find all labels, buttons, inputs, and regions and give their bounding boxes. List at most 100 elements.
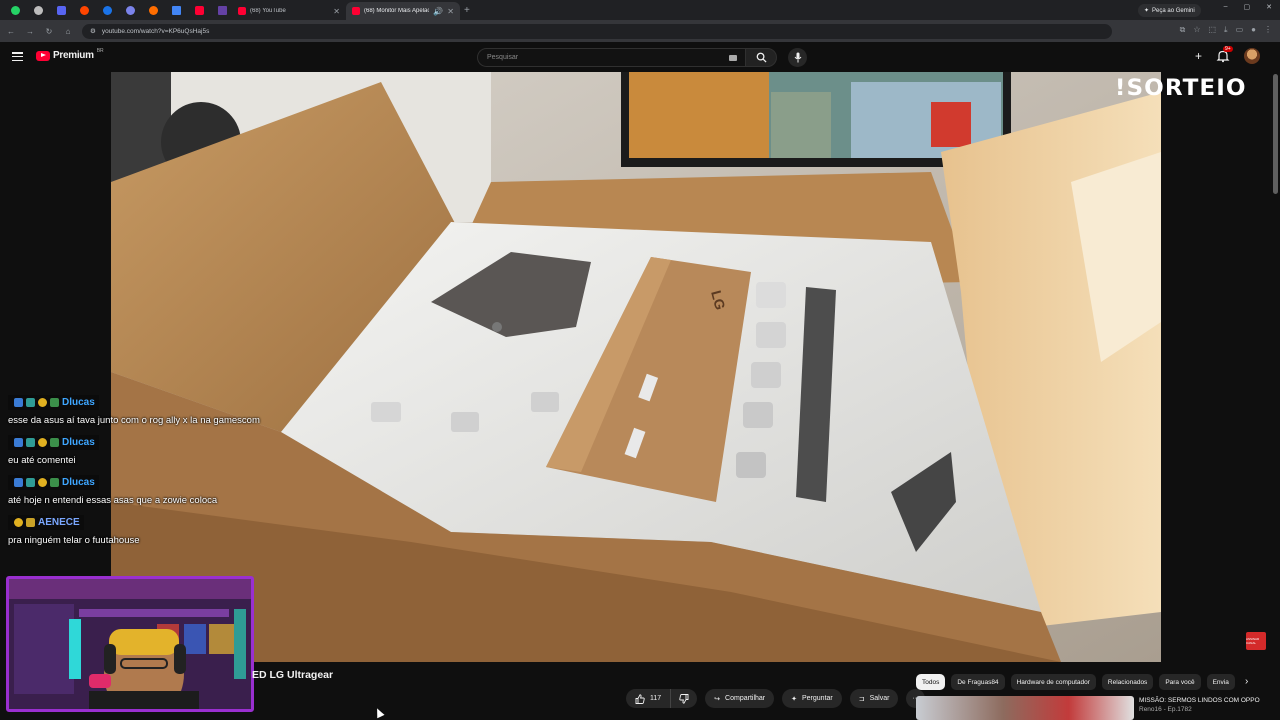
browser-toolbar: ← → ↻ ⌂ ⚙ youtube.com/watch?v=KP6uQsHaj5… — [0, 20, 1280, 42]
tab-title: (68) Monitor Mais Apelão d — [364, 8, 430, 14]
extensions-icon[interactable]: ⬚ — [1208, 25, 1216, 35]
chat-username: Dlucas — [62, 437, 95, 448]
gift-badge-icon — [50, 478, 59, 487]
home-icon[interactable]: ⌂ — [60, 27, 76, 36]
page-scrollbar[interactable] — [1273, 74, 1278, 194]
site-info-icon[interactable]: ⚙ — [90, 27, 96, 35]
save-button[interactable]: ⊐ Salvar — [849, 689, 899, 708]
youtube-favicon-icon — [352, 7, 360, 15]
menu-icon[interactable]: ⋮ — [1264, 25, 1272, 35]
recommended-video[interactable]: MISSÃO: SERMOS LINDOS COM OPPO Reno16 - … — [916, 696, 1260, 720]
ask-button[interactable]: ✦ Perguntar — [782, 689, 842, 708]
search-input[interactable]: Pesquisar — [477, 48, 745, 67]
new-tab-button[interactable]: + — [464, 5, 470, 16]
url-text: youtube.com/watch?v=KP6uQsHaj5s — [101, 27, 210, 35]
translate-icon[interactable]: ⧉ — [1180, 25, 1186, 35]
chip-uploaded[interactable]: Envia — [1206, 674, 1235, 690]
like-dislike-group: 117 — [626, 689, 698, 708]
fire-icon[interactable] — [144, 2, 163, 18]
maximize-button[interactable]: ▢ — [1244, 3, 1251, 11]
reload-icon[interactable]: ↻ — [41, 27, 57, 36]
close-window-button[interactable]: ✕ — [1266, 3, 1272, 11]
ask-label: Perguntar — [802, 695, 833, 702]
tab-youtube[interactable]: (68) YouTube ✕ — [232, 2, 346, 20]
close-tab-icon[interactable]: ✕ — [333, 7, 340, 16]
dislike-button[interactable] — [671, 689, 698, 708]
like-button[interactable]: 117 — [626, 689, 672, 708]
share-label: Compartilhar — [725, 695, 766, 702]
thumbs-up-icon — [635, 693, 645, 704]
chat-message: Dlucas eu até comentei — [8, 434, 308, 466]
video-frame: LG — [111, 72, 1161, 662]
reddit-icon[interactable] — [75, 2, 94, 18]
address-bar[interactable]: ⚙ youtube.com/watch?v=KP6uQsHaj5s — [82, 23, 1112, 39]
subscribe-watermark-label: ASSINAR CANAL — [1246, 637, 1260, 645]
profile-icon[interactable]: ● — [1251, 25, 1256, 35]
notifications-button[interactable]: 9+ — [1216, 46, 1233, 63]
keyboard-icon[interactable] — [729, 54, 737, 61]
teams-icon[interactable] — [121, 2, 140, 18]
edge-icon[interactable] — [98, 2, 117, 18]
vip-badge-icon — [26, 518, 35, 527]
prime-badge-icon — [14, 478, 23, 487]
recommended-info: MISSÃO: SERMOS LINDOS COM OPPO Reno16 - … — [1139, 696, 1260, 720]
close-tab-icon[interactable]: ✕ — [447, 7, 454, 16]
prime-badge-icon — [14, 438, 23, 447]
browser-tab-strip: (68) YouTube ✕ (68) Monitor Mais Apelão … — [0, 0, 1280, 20]
chat-username: Dlucas — [62, 477, 95, 488]
window-controls: – ▢ ✕ — [1224, 3, 1272, 11]
masthead-actions: + 9+ — [1195, 46, 1260, 64]
menu-hamburger-icon[interactable] — [12, 52, 23, 61]
youtube-favicon-icon — [238, 7, 246, 15]
chat-username: AENECE — [38, 517, 80, 528]
whatsapp-icon[interactable] — [6, 2, 25, 18]
chat-message-header: Dlucas — [8, 475, 99, 490]
chip-channel[interactable]: De Fraguas84 — [951, 674, 1005, 690]
account-avatar[interactable] — [1244, 48, 1260, 64]
create-button[interactable]: + — [1195, 49, 1202, 63]
pinned-tabs — [0, 2, 232, 18]
youtube-icon[interactable] — [190, 2, 209, 18]
gemini-label: Peça ao Gemini — [1152, 7, 1195, 14]
chip-todos[interactable]: Todos — [916, 674, 946, 690]
tab-title: (68) YouTube — [250, 8, 286, 14]
gemini-icon: ✦ — [1144, 8, 1150, 14]
bookmark-star-icon[interactable]: ☆ — [1193, 25, 1200, 35]
minimize-button[interactable]: – — [1224, 3, 1228, 11]
recommendation-chips: Todos De Fraguas84 Hardware de computado… — [916, 674, 1235, 690]
chip-related[interactable]: Relacionados — [1101, 674, 1154, 690]
search-button[interactable] — [745, 48, 777, 67]
search-icon — [756, 52, 767, 63]
video-player[interactable]: LG — [111, 72, 1161, 662]
download-icon[interactable]: ⤓ — [1224, 25, 1228, 35]
chat-text: esse da asus aí tava junto com o rog all… — [8, 415, 260, 426]
tab-monitor-video[interactable]: (68) Monitor Mais Apelão d 🔊 ✕ — [346, 2, 460, 20]
bits-badge-icon — [14, 518, 23, 527]
bits-badge-icon — [38, 478, 47, 487]
chat-message-header: Dlucas — [8, 395, 99, 410]
sidebar-icon[interactable]: ▭ — [1236, 25, 1244, 35]
recommended-title[interactable]: MISSÃO: SERMOS LINDOS COM OPPO — [1139, 696, 1260, 705]
voice-search-button[interactable] — [788, 48, 807, 67]
chrome-icon[interactable] — [29, 2, 48, 18]
audio-playing-icon[interactable]: 🔊 — [433, 7, 443, 16]
back-icon[interactable]: ← — [3, 27, 19, 36]
forward-icon[interactable]: → — [22, 27, 38, 36]
recommended-thumbnail[interactable] — [916, 696, 1134, 720]
youtube-premium-logo[interactable]: Premium BR — [36, 48, 104, 61]
chip-hardware[interactable]: Hardware de computador — [1010, 674, 1096, 690]
doc-icon[interactable] — [167, 2, 186, 18]
chevron-right-icon[interactable]: › — [1245, 676, 1248, 687]
chat-message-header: Dlucas — [8, 435, 99, 450]
ask-gemini-button[interactable]: ✦ Peça ao Gemini — [1138, 4, 1201, 17]
prime-badge-icon — [14, 398, 23, 407]
share-button[interactable]: ↪ Compartilhar — [705, 689, 775, 708]
twitch-icon[interactable] — [213, 2, 232, 18]
sorteio-overlay-text: !SORTEIO — [1114, 76, 1247, 101]
search-placeholder: Pesquisar — [487, 54, 519, 61]
recommended-channel[interactable]: Reno16 - Ep.1782 — [1139, 705, 1260, 714]
discord-icon[interactable] — [52, 2, 71, 18]
subscribe-watermark-button[interactable]: ASSINAR CANAL — [1246, 632, 1266, 650]
video-actions: 117 ↪ Compartilhar ✦ Perguntar ⊐ Salvar … — [626, 689, 926, 708]
chip-for-you[interactable]: Para você — [1159, 674, 1201, 690]
